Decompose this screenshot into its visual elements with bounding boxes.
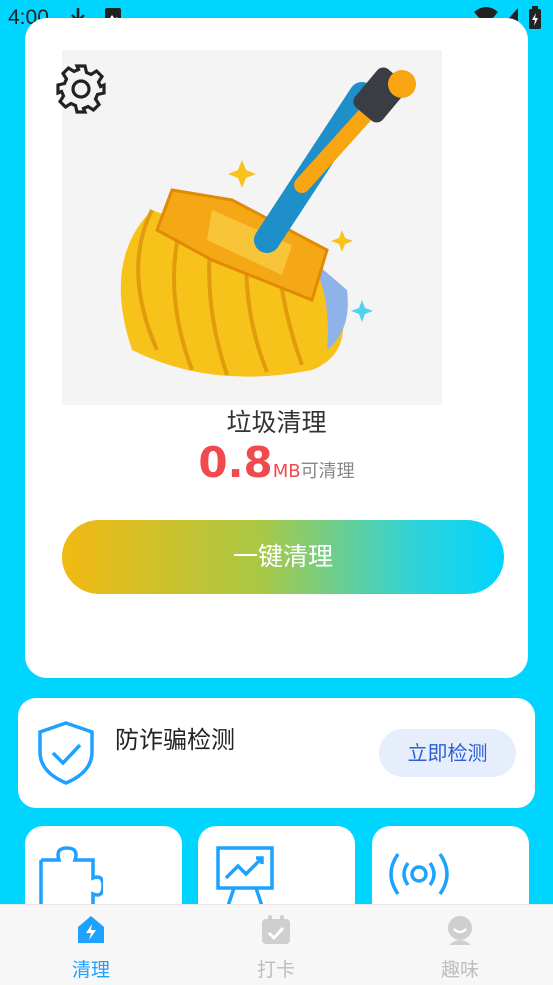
fraud-detection-card[interactable]: 防诈骗检测 立即检测 <box>18 698 535 808</box>
settings-gear-icon[interactable] <box>55 63 107 119</box>
clean-home-icon <box>78 916 104 943</box>
nav-label-checkin: 打卡 <box>256 959 295 981</box>
nav-label-clean: 清理 <box>71 959 110 981</box>
junk-clean-card: 垃圾清理 0.8MB可清理 一键清理 <box>25 18 528 678</box>
broadcast-signal-icon <box>389 852 449 896</box>
nav-item-checkin[interactable]: 打卡 <box>216 913 336 982</box>
puzzle-icon <box>39 846 103 910</box>
junk-clean-title: 垃圾清理 <box>226 408 327 437</box>
presentation-chart-icon <box>216 846 274 907</box>
cleanable-size-unit: MB <box>272 461 301 482</box>
broom-illustration <box>62 50 442 405</box>
shield-check-icon <box>36 720 96 790</box>
cleanable-size-suffix: 可清理 <box>300 461 355 482</box>
cleanable-size: 0.8MB可清理 <box>25 438 528 487</box>
bottom-navigation: 清理 打卡 趣味 <box>0 904 553 985</box>
nav-label-fun: 趣味 <box>440 959 479 981</box>
one-click-clean-button[interactable]: 一键清理 <box>62 520 504 594</box>
calendar-check-icon <box>262 915 290 944</box>
detect-now-button[interactable]: 立即检测 <box>379 729 516 777</box>
battery-icon <box>528 6 542 35</box>
fun-face-icon <box>448 916 472 945</box>
fraud-detection-title: 防诈骗检测 <box>115 726 235 754</box>
cleanable-size-value: 0.8 <box>198 438 273 487</box>
nav-item-fun[interactable]: 趣味 <box>400 913 520 982</box>
nav-item-clean[interactable]: 清理 <box>31 913 151 982</box>
